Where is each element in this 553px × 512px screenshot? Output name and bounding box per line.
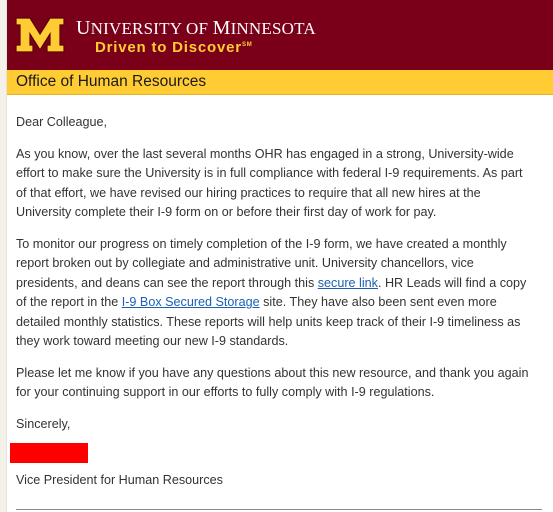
secure-link[interactable]: secure link — [318, 276, 378, 290]
university-tagline: Driven to DiscoverSM — [95, 39, 253, 56]
i9-box-storage-link[interactable]: I-9 Box Secured Storage — [122, 295, 260, 309]
letter-paragraph-3: Please let me know if you have any quest… — [16, 365, 529, 400]
university-banner: UNIVERSITY OF MINNESOTA Driven to Discov… — [7, 0, 553, 70]
signer-title: Vice President for Human Resources — [16, 473, 223, 487]
email-frame: UNIVERSITY OF MINNESOTA Driven to Discov… — [6, 0, 553, 512]
letter-body: Dear Colleague, As you know, over the la… — [10, 113, 536, 491]
office-title: Office of Human Resources — [16, 73, 207, 90]
university-block-m-logo — [15, 17, 65, 53]
service-mark: SM — [241, 42, 253, 48]
footer-divider — [16, 509, 542, 510]
letter-paragraph-1: As you know, over the last several month… — [16, 146, 523, 220]
letter-closing: Sincerely, — [16, 416, 71, 431]
letter-paragraph-2: To monitor our progress on timely comple… — [16, 236, 527, 349]
redacted-signature — [10, 443, 88, 463]
letter-greeting: Dear Colleague, — [16, 115, 108, 129]
university-name: UNIVERSITY OF MINNESOTA — [76, 17, 316, 39]
office-header-bar: Office of Human Resources — [7, 70, 553, 95]
